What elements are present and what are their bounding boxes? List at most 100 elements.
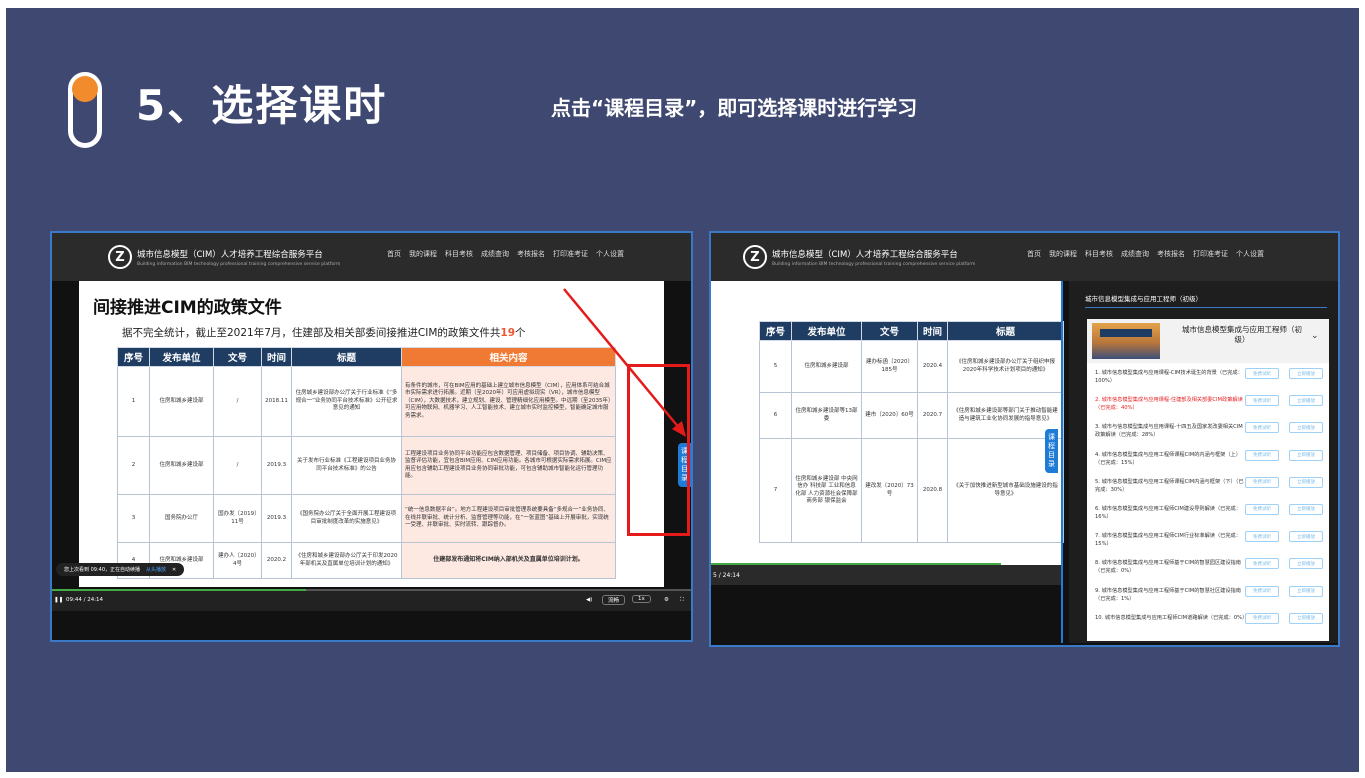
free-trial-button[interactable]: 免费试听 [1245, 422, 1279, 434]
play-now-button[interactable]: 立即播放 [1289, 476, 1323, 488]
quality-button[interactable]: 流畅 [602, 595, 626, 605]
table-header: 序号 [759, 321, 792, 341]
table-cell: 住房和城乡建设部 [791, 340, 862, 393]
free-trial-button[interactable]: 免费试听 [1245, 476, 1279, 488]
table-cell: 住建部发布通知将CIM纳入部机关及直属单位培训计划。 [401, 542, 616, 579]
lesson-title[interactable]: 7. 城市信息模型集成与应用工程师CIM行业标准解读（已完成：15%） [1095, 532, 1245, 548]
nav-settings[interactable]: 个人设置 [596, 249, 624, 259]
table-header: 发布单位 [791, 321, 862, 341]
play-now-button[interactable]: 立即播放 [1289, 449, 1323, 461]
lesson-item[interactable]: 1. 城市信息模型集成与应用课程-CIM技术诞生的背景（已完成：100%） 免费试… [1087, 367, 1329, 394]
settings-icon[interactable]: ⚙ [664, 597, 669, 603]
table-cell: 住房城乡建设部办公厅关于行业标准《“多规合一”业务协同平台技术标准》公开征求意见… [291, 366, 402, 437]
table-header: 标题 [291, 347, 402, 367]
table-cell: 关于发布行业标准《工程建设项目业务协同平台技术标准》的公告 [291, 436, 402, 495]
lesson-title[interactable]: 5. 城市信息模型集成与应用工程师课程CIM内涵与框架（下）（已完成：30%） [1095, 478, 1245, 494]
site-header: Z 城市信息模型（CIM）人才培养工程综合服务平台 Building infor… [52, 233, 691, 281]
free-trial-button[interactable]: 免费试听 [1245, 368, 1279, 379]
nav-settings[interactable]: 个人设置 [1236, 249, 1264, 259]
lesson-item[interactable]: 2. 城市信息模型集成与应用课程-住建部及相关部委CIM政策解读（已完成：40%… [1087, 394, 1329, 421]
nav-my-courses[interactable]: 我的课程 [1049, 249, 1077, 259]
lesson-item[interactable]: 8. 城市信息模型集成与应用工程师基于CIM的智慧园区建设指南（已完成：0%）免… [1087, 557, 1329, 584]
close-icon[interactable]: ✕ [172, 567, 176, 573]
lesson-item[interactable]: 7. 城市信息模型集成与应用工程师CIM行业标准解读（已完成：15%） 免费试听立… [1087, 530, 1329, 557]
nav-register[interactable]: 考核报名 [517, 249, 545, 259]
nav-print-ticket[interactable]: 打印准考证 [553, 249, 588, 259]
nav-scores[interactable]: 成绩查询 [481, 249, 509, 259]
nav-my-courses[interactable]: 我的课程 [409, 249, 437, 259]
table-cell: 2019.3 [261, 494, 292, 543]
free-trial-button[interactable]: 免费试听 [1245, 612, 1279, 624]
lesson-title[interactable]: 8. 城市信息模型集成与应用工程师基于CIM的智慧园区建设指南（已完成：0%） [1095, 559, 1245, 575]
free-trial-button[interactable]: 免费试听 [1245, 449, 1279, 461]
nav-home[interactable]: 首页 [1027, 249, 1041, 259]
restart-link[interactable]: 从头播放 [146, 566, 166, 573]
free-trial-button[interactable]: 免费试听 [1245, 558, 1279, 570]
left-screenshot: Z 城市信息模型（CIM）人才培养工程综合服务平台 Building infor… [50, 231, 693, 642]
table-cell: 3 [117, 494, 150, 543]
table-cell: 6 [759, 392, 792, 439]
site-nav: 首页 我的课程 科目考核 成绩查询 考核报名 打印准考证 个人设置 [1027, 249, 1264, 259]
pause-icon[interactable]: ❚❚ [54, 597, 63, 603]
speed-button[interactable]: 1x [632, 595, 651, 603]
free-trial-button[interactable]: 免费试听 [1245, 503, 1279, 515]
table-cell: 《国务院办公厅关于全面开展工程建设项目审批制度改革的实施意见》 [291, 494, 402, 543]
nav-print-ticket[interactable]: 打印准考证 [1193, 249, 1228, 259]
lesson-item[interactable]: 4. 城市信息模型集成与应用工程师课程CIM的内涵与框架（上）（已完成：15%）… [1087, 449, 1329, 476]
lesson-item[interactable]: 9. 城市信息模型集成与应用工程师基于CIM的智慧社区建设指南（已完成：1%）免… [1087, 585, 1329, 612]
lesson-item[interactable]: 3. 城市与信息模型集成与应用课程-十四五及国家发改委相关CIM政策解读（已完成… [1087, 421, 1329, 448]
course-header[interactable]: 城市信息模型集成与应用工程师（初级） ⌄ [1087, 319, 1329, 363]
policy-table: 序号 发布单位 文号 时间 标题 相关内容 1 住房和城乡建设部 / 2018.… [117, 347, 616, 579]
lesson-item[interactable]: 6. 城市信息模型集成与应用工程师CIM建设导则解读（已完成：16%） 免费试听立… [1087, 503, 1329, 530]
site-brand[interactable]: Z 城市信息模型（CIM）人才培养工程综合服务平台 Building infor… [743, 245, 975, 269]
play-now-button[interactable]: 立即播放 [1289, 531, 1323, 543]
nav-home[interactable]: 首页 [387, 249, 401, 259]
nav-register[interactable]: 考核报名 [1157, 249, 1185, 259]
lesson-title[interactable]: 6. 城市信息模型集成与应用工程师CIM建设导则解读（已完成：16%） [1095, 505, 1245, 521]
free-trial-button[interactable]: 免费试听 [1245, 585, 1279, 597]
table-cell: 2020.2 [261, 542, 292, 579]
table-cell: / [213, 436, 262, 495]
fullscreen-icon[interactable]: ⛶ [680, 597, 684, 604]
nav-exam[interactable]: 科目考核 [1085, 249, 1113, 259]
panel-title: 城市信息模型集成与应用工程师（初级） [1085, 295, 1202, 303]
video-controls: 5 / 24:14 [711, 565, 1063, 585]
video-frame[interactable]: 序号 发布单位 文号 时间 标题 5 住房和城乡建设部 建办标函〔2020〕18… [711, 281, 1064, 581]
table-header: 文号 [861, 321, 918, 341]
free-trial-button[interactable]: 免费试听 [1245, 531, 1279, 543]
play-now-button[interactable]: 立即播放 [1289, 503, 1323, 515]
site-brand[interactable]: Z 城市信息模型（CIM）人才培养工程综合服务平台 Building infor… [108, 245, 340, 269]
lesson-item[interactable]: 5. 城市信息模型集成与应用工程师课程CIM内涵与框架（下）（已完成：30%）免… [1087, 476, 1329, 503]
volume-icon[interactable]: ◀) [586, 597, 592, 603]
table-cell: 建改发〔2020〕73号 [861, 438, 918, 543]
lesson-title[interactable]: 10. 城市信息模型集成与应用工程师CIM道路解读（已完成：0%） [1095, 614, 1247, 622]
video-frame[interactable]: 间接推进CIM的政策文件 据不完全统计，截止至2021年7月，住建部及相关部委间… [79, 281, 664, 587]
lesson-title[interactable]: 9. 城市信息模型集成与应用工程师基于CIM的智慧社区建设指南（已完成：1%） [1095, 587, 1245, 603]
table-cell: 2020.8 [917, 438, 948, 543]
lesson-title[interactable]: 2. 城市信息模型集成与应用课程-住建部及相关部委CIM政策解读（已完成：40%… [1095, 396, 1245, 412]
play-now-button[interactable]: 立即播放 [1289, 585, 1323, 597]
play-now-button[interactable]: 立即播放 [1289, 422, 1323, 434]
table-cell: 2018.11 [261, 366, 292, 437]
play-now-button[interactable]: 立即播放 [1289, 612, 1323, 624]
course-catalog-tab[interactable]: 课程目录 [1045, 429, 1058, 473]
nav-exam[interactable]: 科目考核 [445, 249, 473, 259]
table-header: 发布单位 [149, 347, 214, 367]
play-now-button[interactable]: 立即播放 [1289, 368, 1323, 379]
right-screenshot: Z 城市信息模型（CIM）人才培养工程综合服务平台 Building infor… [709, 231, 1340, 647]
free-trial-button[interactable]: 免费试听 [1245, 395, 1279, 407]
site-nav: 首页 我的课程 科目考核 成绩查询 考核报名 打印准考证 个人设置 [387, 249, 624, 259]
site-title-en: Building information BIM technology prof… [772, 261, 976, 267]
table-header: 时间 [261, 347, 292, 367]
lesson-title[interactable]: 4. 城市信息模型集成与应用工程师课程CIM的内涵与框架（上）（已完成：15%） [1095, 451, 1245, 467]
lesson-title[interactable]: 3. 城市与信息模型集成与应用课程-十四五及国家发改委相关CIM政策解读（已完成… [1095, 423, 1245, 439]
play-now-button[interactable]: 立即播放 [1289, 395, 1323, 407]
play-now-button[interactable]: 立即播放 [1289, 558, 1323, 570]
table-cell: 住房和城乡建设部 中央网信办 科技部 工业和信息化部 人力资源社会保障部 商务部… [791, 438, 862, 543]
lesson-title[interactable]: 1. 城市信息模型集成与应用课程-CIM技术诞生的背景（已完成：100%） [1095, 369, 1245, 385]
chevron-down-icon[interactable]: ⌄ [1311, 331, 1319, 341]
policy-heading: 间接推进CIM的政策文件 [93, 298, 282, 318]
table-cell: 7 [759, 438, 792, 543]
lesson-item[interactable]: 10. 城市信息模型集成与应用工程师CIM道路解读（已完成：0%） 免费试听 立即播… [1087, 612, 1329, 639]
nav-scores[interactable]: 成绩查询 [1121, 249, 1149, 259]
